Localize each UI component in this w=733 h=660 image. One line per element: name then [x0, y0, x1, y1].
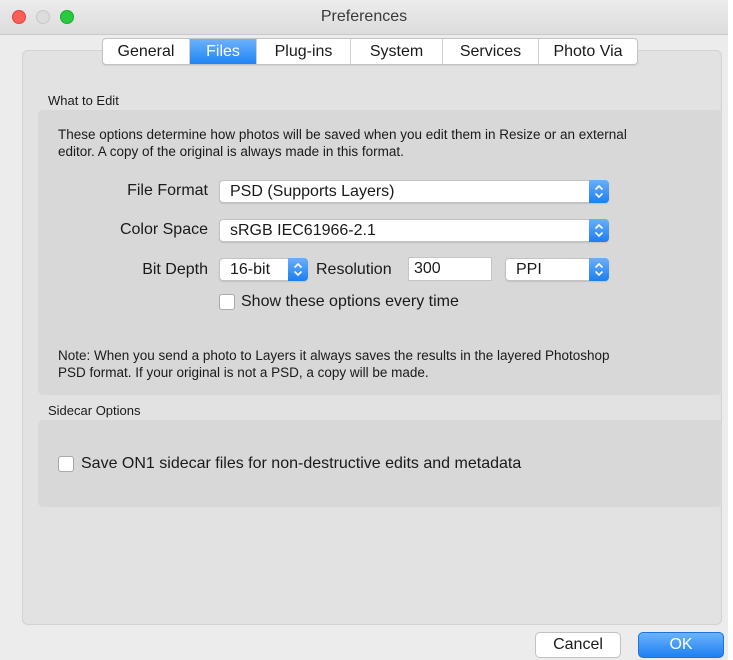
color-space-popup[interactable]: sRGB IEC61966-2.1: [219, 219, 609, 242]
color-space-label: Color Space: [119, 221, 208, 238]
title-bar[interactable]: Preferences: [0, 0, 728, 35]
layers-note-line1: Note: When you send a photo to Layers it…: [58, 348, 610, 363]
save-sidecar-checkbox[interactable]: [58, 456, 74, 472]
cancel-button[interactable]: Cancel: [535, 632, 621, 658]
chevron-up-down-icon: [589, 258, 609, 281]
resolution-input[interactable]: 300: [408, 257, 492, 281]
chevron-up-down-icon: [589, 180, 609, 203]
chevron-up-down-icon: [589, 219, 609, 242]
chevron-up-down-icon: [288, 258, 308, 281]
layers-note-line2: PSD format. If your original is not a PS…: [58, 365, 429, 380]
resolution-label: Resolution: [316, 261, 392, 278]
file-format-popup[interactable]: PSD (Supports Layers): [219, 180, 609, 203]
preferences-tab-bar: General Files Plug-ins System Services P…: [102, 38, 638, 65]
sidecar-options-heading: Sidecar Options: [48, 403, 141, 418]
file-format-label: File Format: [127, 182, 208, 199]
tab-general[interactable]: General: [103, 39, 190, 64]
what-to-edit-heading: What to Edit: [48, 93, 119, 108]
tab-photo-via[interactable]: Photo Via: [539, 39, 637, 64]
show-options-checkbox[interactable]: [219, 294, 235, 310]
tab-system[interactable]: System: [351, 39, 443, 64]
show-options-label[interactable]: Show these options every time: [241, 293, 459, 311]
bit-depth-value: 16-bit: [230, 261, 271, 278]
bit-depth-label: Bit Depth: [142, 261, 208, 278]
resolution-value: 300: [414, 260, 441, 277]
save-sidecar-label[interactable]: Save ON1 sidecar files for non-destructi…: [81, 455, 521, 473]
color-space-value: sRGB IEC61966-2.1: [230, 222, 376, 239]
preferences-window: Preferences General Files Plug-ins Syste…: [0, 0, 728, 660]
tab-plug-ins[interactable]: Plug-ins: [257, 39, 351, 64]
ok-button[interactable]: OK: [638, 632, 724, 658]
file-format-value: PSD (Supports Layers): [230, 183, 395, 200]
what-to-edit-description-line1: These options determine how photos will …: [58, 127, 627, 142]
what-to-edit-description-line2: editor. A copy of the original is always…: [58, 144, 404, 159]
bit-depth-popup[interactable]: 16-bit: [219, 258, 308, 281]
tab-services[interactable]: Services: [443, 39, 539, 64]
resolution-unit-popup[interactable]: PPI: [505, 258, 609, 281]
resolution-unit-value: PPI: [516, 261, 542, 278]
tab-files[interactable]: Files: [190, 39, 257, 64]
window-title: Preferences: [320, 8, 408, 25]
